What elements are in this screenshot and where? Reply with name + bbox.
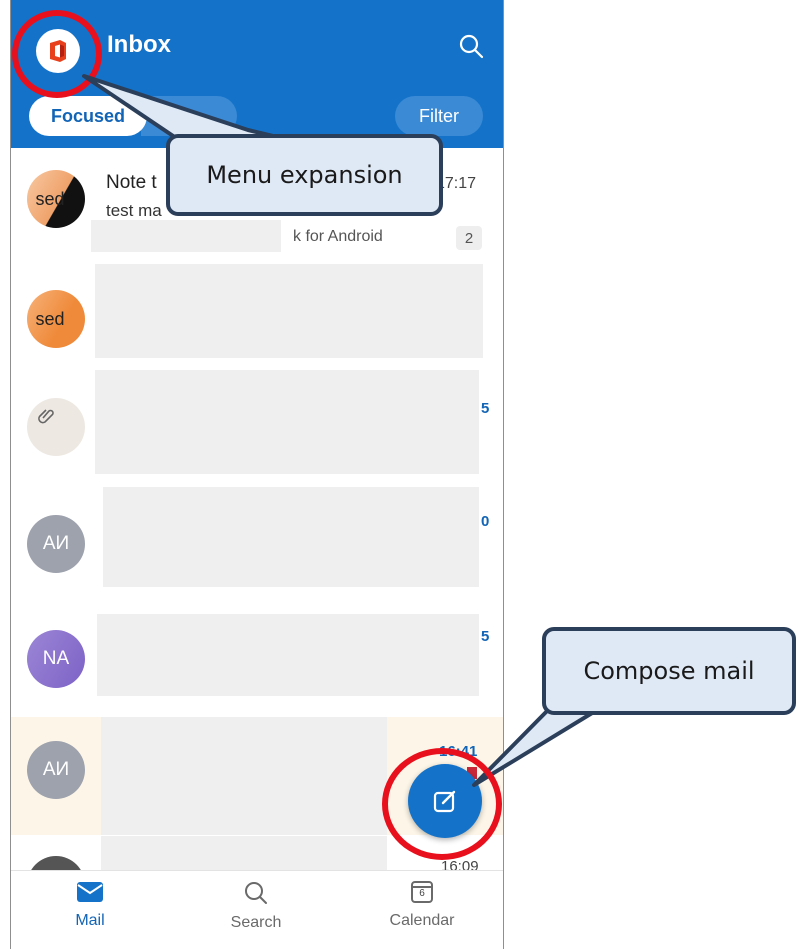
redacted-area (103, 487, 479, 587)
avatar: АИ (27, 741, 85, 799)
filter-button[interactable]: Filter (395, 96, 483, 136)
menu-expansion-text: Menu expansion (206, 161, 403, 189)
message-time: 0 (481, 513, 490, 530)
nav-search[interactable]: Search (201, 881, 311, 932)
nav-calendar-label: Calendar (389, 912, 455, 929)
message-time: 5 (481, 628, 490, 645)
calendar-icon: 6 (411, 881, 433, 903)
avatar: АИ (27, 515, 85, 573)
search-icon (245, 882, 267, 904)
avatar-text: АИ (42, 533, 70, 554)
avatar: NA (27, 630, 85, 688)
bottom-nav: Mail Search 6 Calendar (11, 870, 503, 949)
nav-mail-label: Mail (75, 912, 105, 929)
tab-other-label: Ot (167, 105, 187, 126)
mail-icon (77, 882, 103, 902)
redacted-area (91, 220, 281, 252)
tab-other[interactable]: Ot (141, 96, 237, 136)
message-preview: test ma (106, 201, 162, 220)
search-icon[interactable] (457, 32, 485, 60)
redacted-area (97, 614, 479, 696)
avatar: sed (27, 170, 85, 228)
avatar-text: sed (35, 308, 65, 329)
redacted-area (95, 264, 483, 358)
calendar-date: 6 (419, 888, 425, 899)
message-sender: Note t (106, 172, 157, 193)
thread-count-badge: 2 (456, 226, 482, 250)
compose-mail-text: Compose mail (583, 657, 755, 685)
tab-focused[interactable]: Focused (29, 96, 147, 136)
list-item[interactable]: NA 5 (11, 612, 503, 712)
nav-calendar[interactable]: 6 Calendar (367, 881, 477, 930)
tab-focused-label: Focused (50, 105, 125, 126)
nav-mail[interactable]: Mail (35, 881, 145, 930)
avatar-text: NA (42, 648, 70, 669)
filter-label: Filter (419, 105, 459, 126)
redacted-area (95, 370, 479, 474)
redacted-area (101, 717, 387, 835)
list-item[interactable]: 5 (11, 368, 503, 480)
list-item[interactable]: АИ 0 (11, 485, 503, 605)
menu-highlight-ring (12, 10, 102, 98)
avatar: sed (27, 290, 85, 348)
page-title: Inbox (107, 31, 171, 58)
message-snippet: k for Android (293, 228, 383, 245)
avatar-text: sed (35, 188, 65, 209)
compose-highlight-ring (382, 748, 502, 860)
list-item[interactable]: sed (11, 262, 503, 367)
nav-search-label: Search (230, 914, 282, 931)
avatar (27, 398, 85, 456)
compose-mail-callout: Compose mail (542, 627, 796, 715)
menu-expansion-callout: Menu expansion (166, 134, 443, 216)
attachment-icon (38, 409, 54, 424)
message-time: 5 (481, 400, 490, 417)
redacted-area (101, 836, 387, 870)
avatar-text: АИ (42, 759, 70, 780)
